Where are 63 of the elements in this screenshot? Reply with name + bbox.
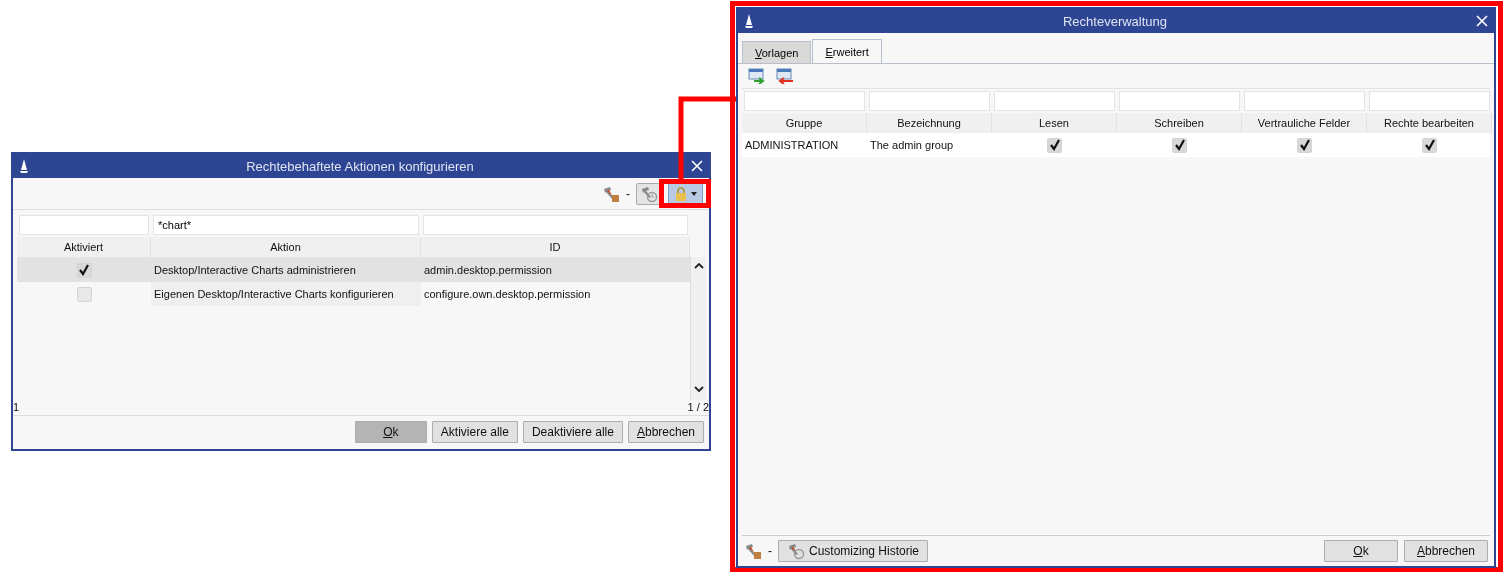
dialog-button[interactable]: Ok (1324, 540, 1398, 562)
history-button[interactable] (636, 182, 662, 205)
tab[interactable]: Erweitert (812, 39, 882, 63)
checkbox[interactable] (1172, 137, 1187, 153)
column-header[interactable]: Gruppe (742, 113, 867, 133)
history-button[interactable]: Customizing Historie (778, 540, 929, 562)
filter-field[interactable] (1244, 91, 1365, 111)
dialog-button[interactable]: Aktiviere alle (431, 421, 518, 443)
table-cell: Eigenen Desktop/Interactive Charts konfigurieren (151, 282, 421, 306)
dialog-button[interactable]: Abbrechen (1404, 540, 1488, 562)
column-header[interactable]: Rechte bearbeiten (1367, 113, 1492, 133)
column-header[interactable]: Lesen (992, 113, 1117, 133)
filter-field[interactable] (423, 215, 688, 235)
table-cell-text: ADMINISTRATION (744, 138, 840, 153)
lock-dropdown-button[interactable] (668, 182, 703, 205)
hammer-clock-icon (640, 184, 658, 203)
table-row[interactable]: Desktop/Interactive Charts administrieren admin.desktop.permission (17, 258, 690, 282)
filter-field[interactable] (869, 91, 990, 111)
table-cell-text: configure.own.desktop.permission (423, 287, 592, 302)
sail-icon (19, 158, 29, 174)
filter-field[interactable] (19, 215, 149, 235)
filter-field[interactable]: *chart* (153, 215, 419, 235)
checkbox[interactable] (1297, 137, 1312, 153)
column-header[interactable]: ID (421, 237, 690, 257)
hammer-box-icon[interactable] (744, 542, 762, 560)
highlight-frame (659, 179, 711, 208)
column-header[interactable]: Aktiviert (17, 237, 151, 257)
close-icon[interactable] (1476, 15, 1488, 27)
window-title: Rechteverwaltung (1061, 13, 1169, 29)
dialog-button[interactable]: Deaktiviere alle (522, 421, 623, 443)
table-cell-text: admin.desktop.permission (423, 263, 553, 278)
caret-icon (691, 191, 697, 196)
filter-field[interactable] (744, 91, 865, 111)
filter-field[interactable] (1119, 91, 1240, 111)
dialog-button[interactable]: Abbrechen (627, 421, 704, 443)
column-header[interactable]: Schreiben (1117, 113, 1242, 133)
lock-icon (674, 185, 688, 202)
hammer-box-icon[interactable] (602, 184, 620, 203)
checkbox[interactable] (1047, 137, 1062, 153)
scroll-up-icon[interactable] (693, 263, 704, 269)
column-header[interactable]: Bezeichnung (867, 113, 992, 133)
close-icon[interactable] (691, 160, 703, 172)
status-text: 1 (13, 401, 20, 413)
window-title: Rechtebehaftete Aktionen konfigurieren (245, 158, 475, 174)
scrollbar[interactable] (690, 257, 706, 400)
toolbar-separator: - (768, 544, 772, 558)
list-import-icon[interactable] (748, 68, 766, 84)
page-count: 1 / 2 (687, 401, 709, 413)
column-header[interactable]: Vertrauliche Felder (1242, 113, 1367, 133)
tab[interactable]: Vorlagen (742, 41, 812, 63)
filter-field[interactable] (1369, 91, 1490, 111)
checkbox[interactable] (1422, 137, 1437, 153)
checkbox[interactable] (76, 262, 92, 278)
hammer-clock-icon (787, 542, 805, 560)
filter-field[interactable] (994, 91, 1115, 111)
sail-icon (744, 13, 754, 29)
toolbar-separator: - (626, 186, 630, 201)
list-export-icon[interactable] (776, 68, 794, 84)
scroll-down-icon[interactable] (693, 386, 704, 392)
table-cell-text: The admin group (869, 138, 955, 153)
checkbox[interactable] (76, 286, 92, 302)
dialog-button[interactable]: Ok (354, 421, 427, 443)
column-header[interactable]: Aktion (151, 237, 421, 257)
